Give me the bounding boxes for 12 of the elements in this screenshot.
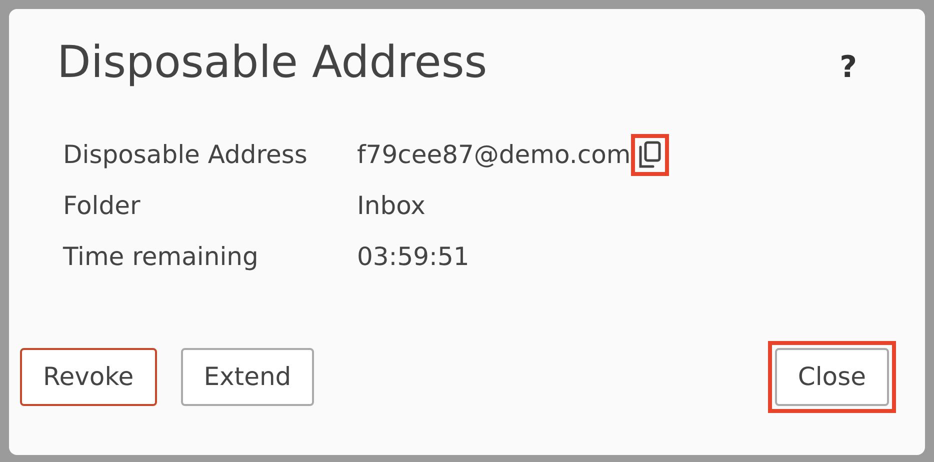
field-value: Inbox (357, 190, 426, 222)
copy-icon[interactable] (638, 140, 662, 168)
field-value: 03:59:51 (357, 240, 470, 273)
revoke-button[interactable]: Revoke (20, 348, 157, 406)
field-value: f79cee87@demo.com (357, 138, 631, 171)
field-label: Disposable Address (63, 138, 308, 171)
action-button[interactable]: Extend (180, 348, 314, 406)
help-button[interactable]: ? (840, 41, 857, 93)
field-label: Folder (63, 190, 142, 222)
action-button[interactable]: Close (774, 348, 889, 406)
field-label: Time remaining (63, 240, 260, 273)
dialog-title: Disposable Address (57, 36, 488, 90)
